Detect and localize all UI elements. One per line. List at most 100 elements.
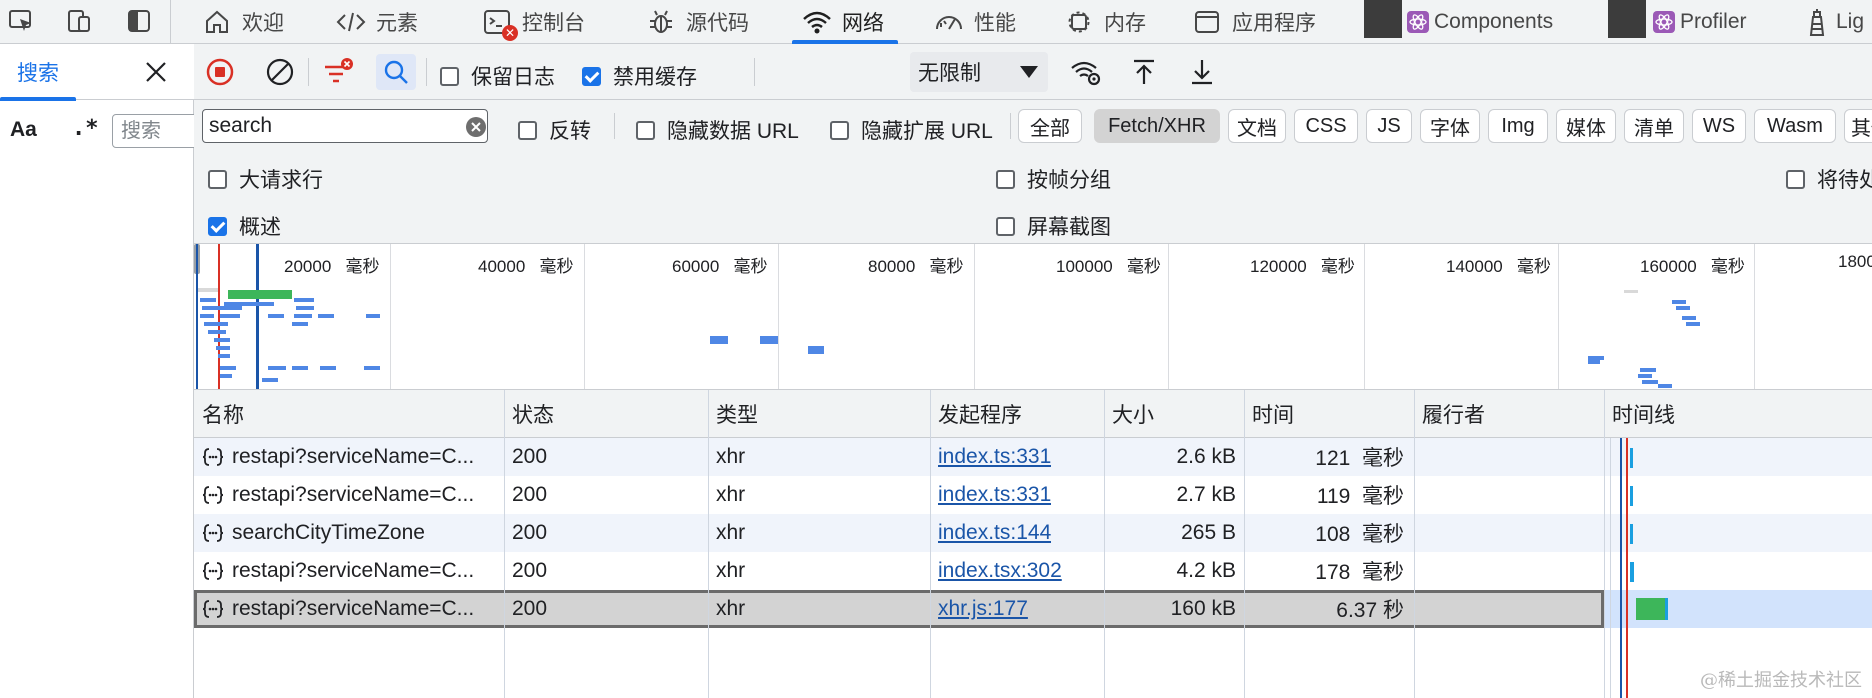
network-overview: 20000 毫秒 40000 毫秒 60000 毫秒 80000 毫秒 1000… [194, 244, 1872, 390]
wifi-icon [800, 5, 834, 39]
disable-cache-checkbox[interactable]: 禁用缓存 [582, 61, 697, 91]
react-icon [1652, 5, 1676, 39]
filter-button[interactable] [318, 54, 358, 90]
overview-tick-label: 140000 毫秒 [1446, 257, 1551, 276]
column-header-name[interactable]: 名称 [194, 390, 244, 438]
type-filter-ws[interactable]: WS [1692, 109, 1746, 143]
tab-performance[interactable]: 性能 [932, 0, 1016, 44]
overview-tick-label: 80000 毫秒 [868, 257, 964, 276]
tab-profiler[interactable]: Profiler [1652, 0, 1747, 44]
error-badge-icon: ✕ [502, 25, 518, 41]
type-filter-manifest[interactable]: 清单 [1624, 109, 1684, 143]
initiator-link[interactable]: xhr.js:177 [938, 597, 1028, 621]
request-type: xhr [716, 483, 746, 506]
hide-data-url-checkbox[interactable]: 隐藏数据 URL [636, 115, 799, 145]
type-filter-wasm[interactable]: Wasm [1754, 109, 1836, 143]
column-header-status[interactable]: 状态 [504, 390, 554, 438]
tab-components[interactable]: Components [1406, 0, 1553, 44]
request-status: 200 [512, 559, 548, 582]
column-header-type[interactable]: 类型 [708, 390, 758, 438]
tab-label: 网络 [842, 12, 884, 35]
request-initiator[interactable]: xhr.js:177 [938, 590, 1028, 628]
big-request-rows-checkbox[interactable]: 大请求行 [208, 164, 323, 194]
checkbox-box [996, 169, 1015, 189]
export-har-button[interactable] [1182, 54, 1222, 90]
tab-welcome[interactable]: 欢迎 [200, 0, 284, 44]
column-header-time[interactable]: 时间 [1244, 390, 1294, 438]
clear-filter-icon[interactable] [466, 117, 486, 137]
request-status: 200 [512, 521, 548, 544]
type-filter-css[interactable]: CSS [1294, 109, 1358, 143]
column-header-fulfilled-by[interactable]: 履行者 [1414, 390, 1485, 438]
request-initiator[interactable]: index.ts:331 [938, 438, 1051, 476]
waterfall-bar [1636, 598, 1668, 620]
device-toolbar-icon[interactable] [62, 4, 96, 38]
xhr-icon [202, 524, 224, 542]
filter-input[interactable] [202, 109, 488, 143]
initiator-link[interactable]: index.tsx:302 [938, 559, 1062, 583]
dock-side-icon[interactable] [122, 4, 156, 38]
initiator-link[interactable]: index.ts:331 [938, 483, 1051, 507]
tab-label: Components [1434, 10, 1554, 33]
hide-extension-url-checkbox[interactable]: 隐藏扩展 URL [830, 115, 993, 145]
column-header-initiator[interactable]: 发起程序 [930, 390, 1022, 438]
request-time: 178 毫秒 [1315, 561, 1404, 584]
overview-tick-label: 40000 毫秒 [478, 257, 574, 276]
column-header-waterfall[interactable]: 时间线 [1604, 390, 1675, 438]
tab-memory[interactable]: 内存 [1062, 0, 1146, 44]
checkbox-box [582, 66, 601, 86]
inspect-element-icon[interactable] [4, 4, 38, 38]
clear-button[interactable] [260, 54, 300, 90]
import-har-button[interactable] [1124, 54, 1164, 90]
search-input[interactable] [112, 114, 198, 148]
download-icon [1192, 60, 1212, 85]
overview-tick-label: 160000 毫秒 [1640, 257, 1745, 276]
tab-application[interactable]: 应用程序 [1190, 0, 1316, 44]
watermark: @稀土掘金技术社区 [1700, 670, 1862, 691]
request-status: 200 [512, 483, 548, 506]
request-initiator[interactable]: index.ts:331 [938, 476, 1051, 514]
preserve-log-checkbox[interactable]: 保留日志 [440, 61, 555, 91]
column-header-size[interactable]: 大小 [1104, 390, 1154, 438]
type-filter-doc[interactable]: 文档 [1228, 109, 1286, 143]
table-row-selected[interactable]: restapi?serviceName=C... 200 xhr xhr.js:… [194, 590, 1604, 628]
request-initiator[interactable]: index.tsx:302 [938, 552, 1062, 590]
request-type: xhr [716, 559, 746, 582]
request-name: restapi?serviceName=C... [202, 476, 498, 514]
type-filter-font[interactable]: 字体 [1420, 109, 1480, 143]
type-filter-fetch-xhr[interactable]: Fetch/XHR [1094, 109, 1220, 143]
tab-console[interactable]: ✕ 控制台 [480, 0, 585, 44]
waterfall-bar [1630, 448, 1633, 468]
request-initiator[interactable]: index.ts:144 [938, 514, 1051, 552]
pending-checkbox[interactable]: 将待处理 [1786, 164, 1872, 194]
invert-checkbox[interactable]: 反转 [518, 115, 591, 145]
network-conditions-button[interactable] [1066, 54, 1106, 90]
tab-sources[interactable]: 源代码 [644, 0, 749, 44]
search-button[interactable] [376, 54, 416, 90]
type-filter-all[interactable]: 全部 [1018, 109, 1082, 143]
tab-label: Lig [1836, 10, 1865, 33]
tab-elements[interactable]: 元素 [334, 0, 418, 44]
group-by-frame-checkbox[interactable]: 按帧分组 [996, 164, 1111, 194]
close-icon[interactable] [140, 56, 172, 88]
code-icon [334, 5, 368, 39]
tab-network[interactable]: 网络 [792, 0, 898, 44]
initiator-link[interactable]: index.ts:144 [938, 521, 1051, 545]
type-filter-img[interactable]: Img [1488, 109, 1548, 143]
tab-lighthouse[interactable]: Lig [1802, 0, 1864, 44]
checkbox-box [208, 169, 227, 189]
request-size: 4.2 kB [1176, 559, 1236, 582]
chip-icon [1062, 5, 1096, 39]
show-overview-checkbox[interactable]: 概述 [208, 211, 281, 241]
match-case-toggle[interactable]: Aa [10, 118, 37, 142]
regex-toggle[interactable]: .* [72, 116, 99, 141]
type-filter-other[interactable]: 其他 [1844, 109, 1872, 143]
capture-screenshots-checkbox[interactable]: 屏幕截图 [996, 211, 1111, 241]
type-filter-js[interactable]: JS [1366, 109, 1412, 143]
request-size: 265 B [1181, 521, 1236, 544]
tab-search[interactable]: 搜索 [0, 44, 76, 101]
throttling-select[interactable]: 无限制 [910, 52, 1048, 92]
stop-recording-button[interactable] [200, 54, 240, 90]
type-filter-media[interactable]: 媒体 [1556, 109, 1616, 143]
initiator-link[interactable]: index.ts:331 [938, 445, 1051, 469]
